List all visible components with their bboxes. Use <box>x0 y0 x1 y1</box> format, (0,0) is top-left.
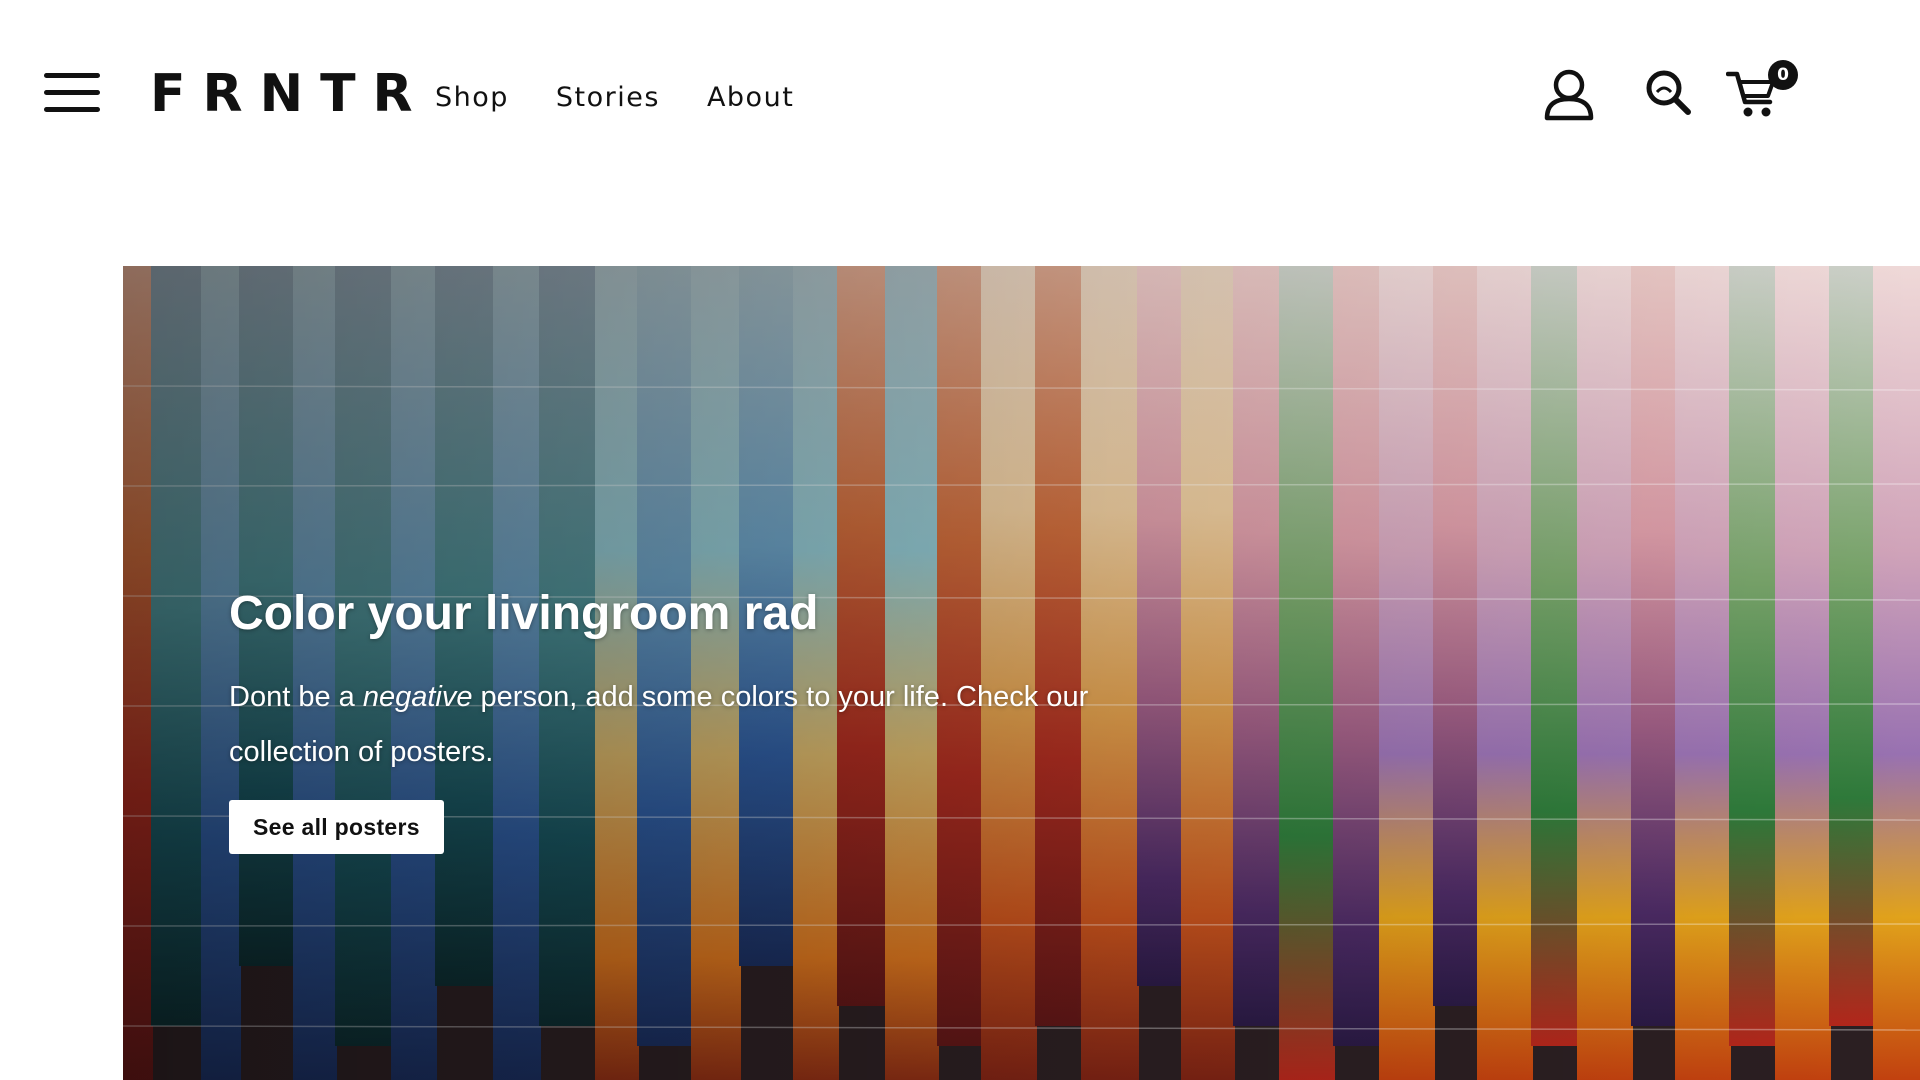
menu-line <box>44 107 100 112</box>
nav-item-about[interactable]: About <box>707 78 794 118</box>
hero-banner: Color your livingroom rad Dont be a nega… <box>123 266 1920 1080</box>
nav-item-stories[interactable]: Stories <box>556 78 660 118</box>
hero-desc-emphasis: negative <box>362 681 473 713</box>
hamburger-menu-button[interactable] <box>44 73 100 113</box>
page: FRNTR Shop Stories About 0 Color your li… <box>0 0 1920 1080</box>
search-button[interactable] <box>1644 68 1692 116</box>
user-account-icon <box>1544 69 1594 121</box>
nav-item-shop[interactable]: Shop <box>435 78 509 118</box>
site-header: FRNTR Shop Stories About 0 <box>0 0 1920 190</box>
account-button[interactable] <box>1543 68 1595 122</box>
brand-logo[interactable]: FRNTR <box>150 64 430 124</box>
hero-desc-part: Dont be a <box>229 681 363 713</box>
search-icon <box>1646 70 1691 115</box>
cart-count-badge: 0 <box>1768 60 1798 90</box>
main-nav: Shop Stories About <box>435 78 794 118</box>
hamburger-menu-icon <box>44 73 100 78</box>
hero-title: Color your livingroom rad <box>229 587 819 640</box>
menu-line <box>44 90 100 95</box>
hero-content: Color your livingroom rad Dont be a nega… <box>229 584 1189 854</box>
see-all-posters-button[interactable]: See all posters <box>229 800 444 854</box>
hero-description: Dont be a negative person, add some colo… <box>229 670 1169 780</box>
